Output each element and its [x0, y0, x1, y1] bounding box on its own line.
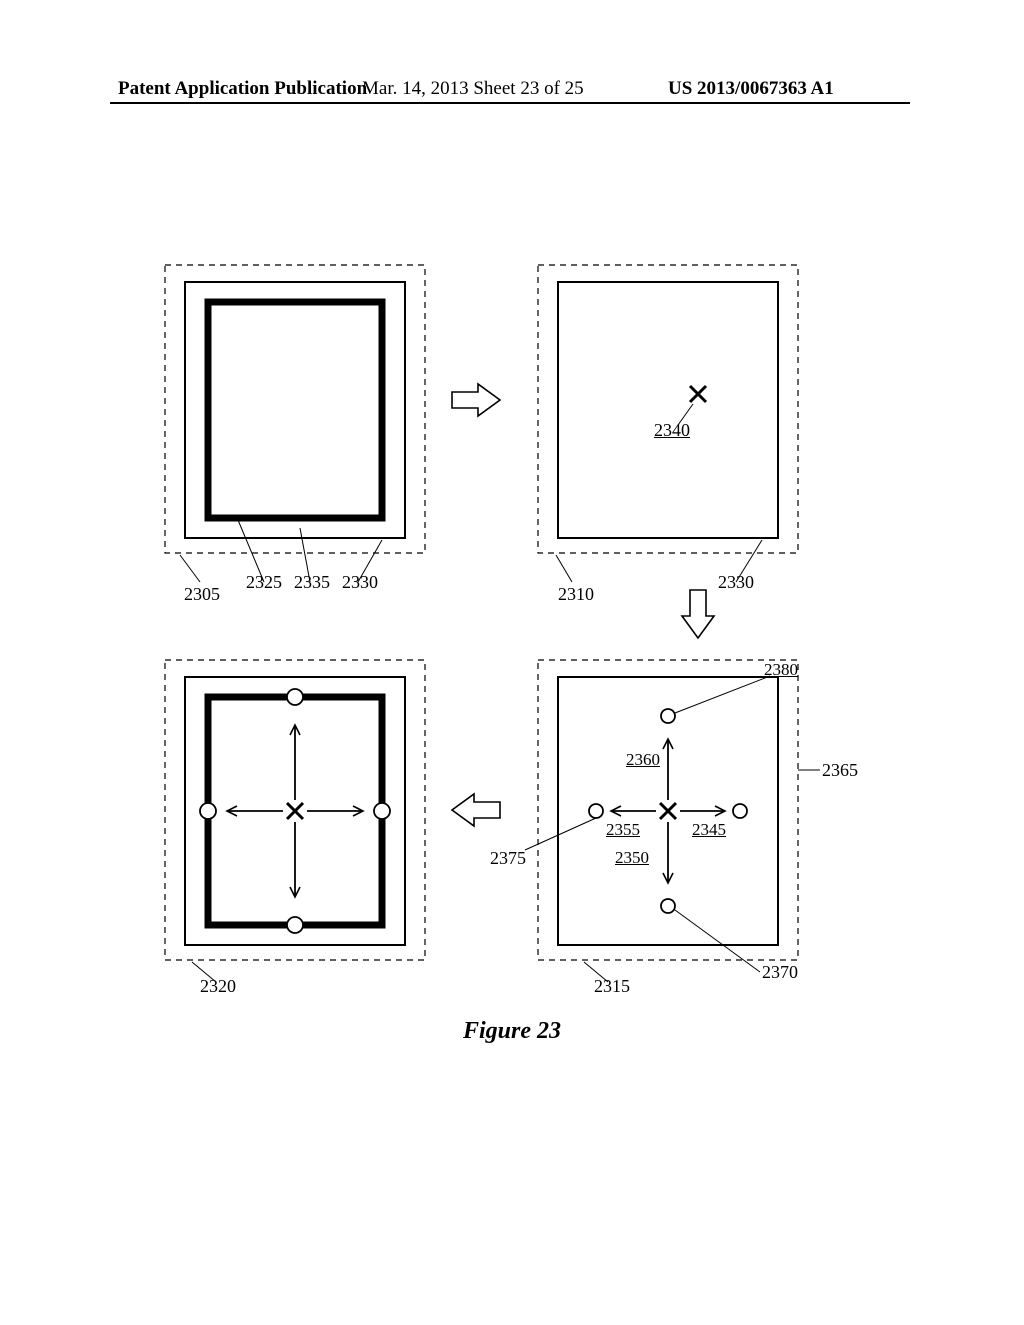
label-2320: 2320 [200, 976, 236, 997]
flow-arrow-left [452, 794, 500, 826]
label-2370: 2370 [762, 962, 798, 983]
flow-arrow-down [682, 590, 714, 638]
figure-caption: Figure 23 [0, 1018, 1024, 1045]
label-2315: 2315 [594, 976, 630, 997]
figure-svg [0, 0, 1024, 1320]
panel-2320 [165, 660, 425, 960]
label-2365: 2365 [822, 760, 858, 781]
label-2360: 2360 [626, 750, 660, 770]
x-center-br [660, 803, 676, 819]
label-2305: 2305 [184, 584, 220, 605]
x-mark-2340 [690, 386, 706, 402]
flow-arrow-right [452, 384, 500, 416]
label-2330-r: 2330 [718, 572, 754, 593]
label-2380: 2380 [764, 660, 798, 680]
panel-2315 [538, 660, 798, 960]
circle-bottom-2370 [661, 899, 675, 913]
label-2345: 2345 [692, 820, 726, 840]
panel-2310 [538, 265, 798, 553]
label-2330: 2330 [342, 572, 378, 593]
label-2325: 2325 [246, 572, 282, 593]
label-2310: 2310 [558, 584, 594, 605]
label-2340: 2340 [654, 420, 690, 441]
label-2375: 2375 [490, 848, 526, 869]
figure-23: 2305 2325 2335 2330 2310 2330 2340 2320 … [0, 0, 1024, 1320]
label-2350: 2350 [615, 848, 649, 868]
label-2355: 2355 [606, 820, 640, 840]
label-2335: 2335 [294, 572, 330, 593]
circle-top-2380 [661, 709, 675, 723]
panel-2305 [165, 265, 425, 553]
